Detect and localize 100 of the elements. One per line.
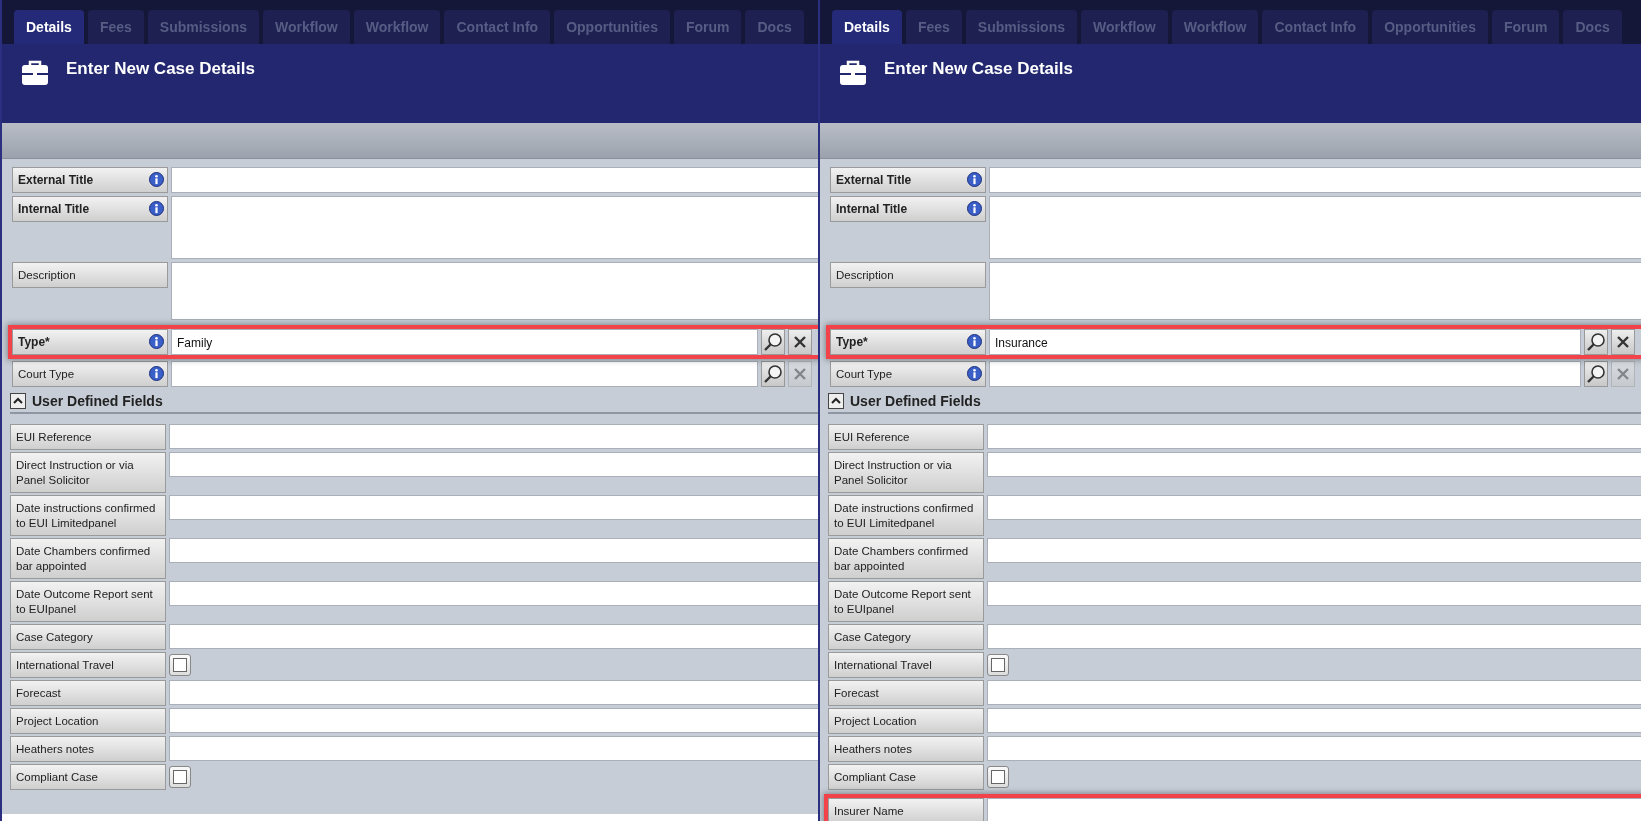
checkbox[interactable] bbox=[169, 766, 191, 788]
search-button[interactable] bbox=[761, 361, 785, 387]
checkbox[interactable] bbox=[169, 654, 191, 676]
collapse-button[interactable] bbox=[828, 393, 844, 409]
search-icon bbox=[1586, 332, 1606, 352]
tab[interactable]: Details bbox=[14, 10, 84, 44]
field-label: Project Location bbox=[828, 708, 984, 734]
field-label: Internal Title bbox=[12, 196, 168, 222]
field-label: Direct Instruction or via Panel Solicitor bbox=[828, 452, 984, 493]
info-icon bbox=[967, 201, 982, 216]
text-field[interactable] bbox=[987, 798, 1641, 821]
text-field[interactable] bbox=[169, 538, 818, 563]
text-field[interactable] bbox=[169, 680, 818, 705]
tab[interactable]: Contact Info bbox=[444, 10, 551, 44]
tab[interactable]: Fees bbox=[87, 10, 144, 44]
text-field[interactable] bbox=[169, 624, 818, 649]
field-label: Internal Title bbox=[830, 196, 986, 222]
field-label: Date Outcome Report sent to EUIpanel bbox=[828, 581, 984, 622]
search-icon bbox=[763, 364, 783, 384]
text-field[interactable] bbox=[169, 424, 818, 449]
field-label: EUI Reference bbox=[828, 424, 984, 450]
tab[interactable]: Workflow bbox=[1081, 10, 1168, 44]
field-label: Type* bbox=[830, 329, 986, 355]
text-field[interactable] bbox=[987, 581, 1641, 606]
field-label: Date Outcome Report sent to EUIpanel bbox=[10, 581, 166, 622]
field-label: External Title bbox=[830, 167, 986, 193]
page-title: Enter New Case Details bbox=[884, 59, 1073, 79]
field-label: Forecast bbox=[10, 680, 166, 706]
section-title: User Defined Fields bbox=[850, 393, 981, 409]
info-icon bbox=[149, 172, 164, 187]
field-label: International Travel bbox=[828, 652, 984, 678]
field-label: Date Chambers confirmed bar appointed bbox=[10, 538, 166, 579]
briefcase-icon bbox=[838, 58, 868, 86]
text-field[interactable] bbox=[171, 167, 818, 193]
text-field[interactable] bbox=[987, 624, 1641, 649]
clear-button[interactable] bbox=[788, 329, 812, 355]
info-icon bbox=[967, 172, 982, 187]
search-button[interactable] bbox=[1584, 329, 1608, 355]
field-label: Description bbox=[12, 262, 168, 288]
field-label: Court Type bbox=[12, 361, 168, 387]
search-icon bbox=[763, 332, 783, 352]
collapse-button[interactable] bbox=[10, 393, 26, 409]
text-field[interactable] bbox=[169, 581, 818, 606]
text-field[interactable] bbox=[169, 736, 818, 761]
field-label: Compliant Case bbox=[10, 764, 166, 790]
briefcase-icon bbox=[20, 58, 50, 86]
text-field[interactable] bbox=[987, 452, 1641, 477]
text-field[interactable] bbox=[169, 452, 818, 477]
clear-button[interactable] bbox=[1611, 329, 1635, 355]
field-label: Court Type bbox=[830, 361, 986, 387]
search-button[interactable] bbox=[1584, 361, 1608, 387]
text-field[interactable] bbox=[987, 680, 1641, 705]
field-label: Forecast bbox=[828, 680, 984, 706]
text-field[interactable] bbox=[987, 495, 1641, 520]
page-title: Enter New Case Details bbox=[66, 59, 255, 79]
tab[interactable]: Submissions bbox=[147, 10, 259, 44]
text-area[interactable] bbox=[171, 262, 818, 320]
field-label: Heathers notes bbox=[10, 736, 166, 762]
text-field[interactable] bbox=[987, 538, 1641, 563]
info-icon bbox=[967, 366, 982, 381]
field-label: Compliant Case bbox=[828, 764, 984, 790]
info-icon bbox=[967, 334, 982, 349]
tab[interactable]: Fees bbox=[905, 10, 962, 44]
field-label: Type* bbox=[12, 329, 168, 355]
tab[interactable]: Opportunities bbox=[1372, 10, 1488, 44]
checkbox[interactable] bbox=[987, 766, 1009, 788]
tab[interactable]: Workflow bbox=[353, 10, 441, 44]
field-label: Date instructions confirmed to EUI Limitedpanel bbox=[10, 495, 166, 536]
field-label: Heathers notes bbox=[828, 736, 984, 762]
tab[interactable]: Forum bbox=[673, 10, 742, 44]
text-field[interactable] bbox=[169, 495, 818, 520]
text-field[interactable] bbox=[169, 708, 818, 733]
text-field[interactable] bbox=[989, 167, 1641, 193]
field-label: Date instructions confirmed to EUI Limitedpanel bbox=[828, 495, 984, 536]
lookup-field[interactable]: Insurance bbox=[989, 329, 1581, 355]
lookup-field[interactable]: Family bbox=[171, 329, 758, 355]
text-field[interactable] bbox=[987, 424, 1641, 449]
field-label: External Title bbox=[12, 167, 168, 193]
field-label: Case Category bbox=[828, 624, 984, 650]
tab[interactable]: Details bbox=[832, 10, 902, 44]
text-area[interactable] bbox=[989, 262, 1641, 320]
tab[interactable]: Submissions bbox=[965, 10, 1077, 44]
info-icon bbox=[149, 334, 164, 349]
field-label: Insurer Name bbox=[828, 798, 984, 821]
tab[interactable]: Contact Info bbox=[1262, 10, 1369, 44]
text-area[interactable] bbox=[989, 196, 1641, 259]
search-button[interactable] bbox=[761, 329, 785, 355]
tab[interactable]: Opportunities bbox=[554, 10, 670, 44]
tab[interactable]: Docs bbox=[745, 10, 804, 44]
tab[interactable]: Workflow bbox=[1171, 10, 1259, 44]
text-area[interactable] bbox=[171, 196, 818, 259]
lookup-field[interactable] bbox=[171, 361, 758, 387]
tab[interactable]: Docs bbox=[1563, 10, 1622, 44]
tab[interactable]: Workflow bbox=[263, 10, 350, 44]
text-field[interactable] bbox=[987, 708, 1641, 733]
checkbox[interactable] bbox=[987, 654, 1009, 676]
field-label: Direct Instruction or via Panel Solicitor bbox=[10, 452, 166, 493]
lookup-field[interactable] bbox=[989, 361, 1581, 387]
text-field[interactable] bbox=[987, 736, 1641, 761]
tab[interactable]: Forum bbox=[1491, 10, 1560, 44]
